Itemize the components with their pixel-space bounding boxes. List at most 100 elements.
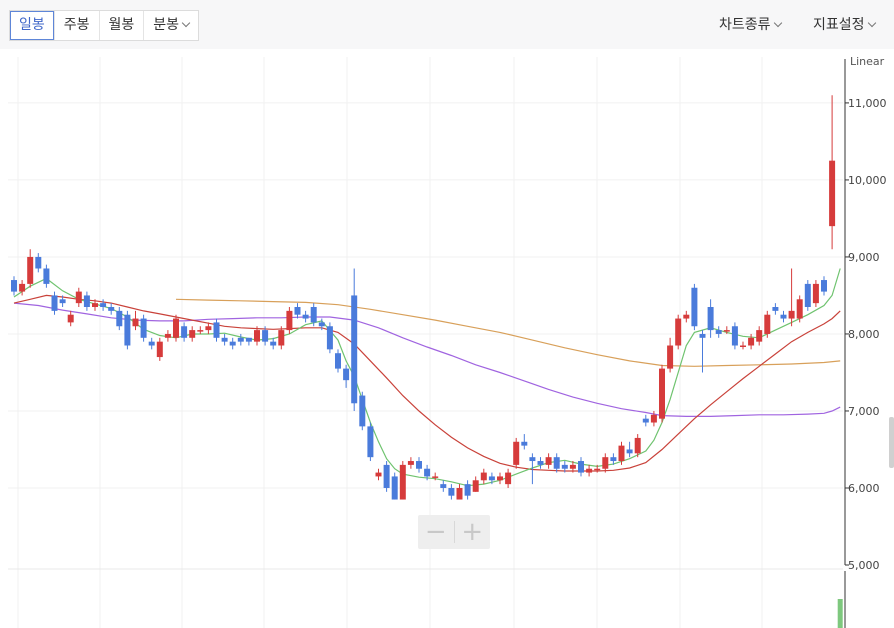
candle-body xyxy=(594,468,601,471)
candle xyxy=(302,310,309,323)
candlestick-series xyxy=(11,95,836,500)
candle xyxy=(213,318,220,342)
candle-body xyxy=(75,291,82,304)
chart-type-menu[interactable]: 차트종류 xyxy=(719,14,782,34)
chart-type-label: 차트종류 xyxy=(719,17,771,33)
candle xyxy=(480,468,487,485)
candle xyxy=(237,333,244,346)
candle-body xyxy=(788,310,795,319)
candle-body xyxy=(221,337,228,342)
tab-minute[interactable]: 분봉 xyxy=(143,11,198,40)
candle-body xyxy=(245,337,252,342)
candle-body xyxy=(173,318,179,338)
candle xyxy=(221,333,228,346)
tab-weekly[interactable]: 주봉 xyxy=(53,11,99,40)
chevron-down-icon xyxy=(181,18,191,28)
candle xyxy=(375,468,382,481)
candle xyxy=(116,307,123,331)
candle-body xyxy=(92,303,98,307)
candle-body xyxy=(116,310,123,327)
scrollbar-handle[interactable] xyxy=(889,417,894,468)
candle xyxy=(132,310,139,331)
candle-body xyxy=(472,480,479,492)
candle xyxy=(764,310,771,338)
candle xyxy=(626,441,633,458)
candle xyxy=(642,414,649,427)
candle-body xyxy=(205,326,212,331)
candle-body xyxy=(626,449,633,454)
candle-body xyxy=(318,322,325,327)
candle-body xyxy=(804,283,811,307)
candle xyxy=(691,283,698,331)
candle xyxy=(100,299,107,311)
tab-daily[interactable]: 일봉 xyxy=(10,11,54,40)
volume-panel xyxy=(837,599,843,628)
candle xyxy=(780,310,787,323)
candle-body xyxy=(43,268,50,284)
period-tabs: 일봉 주봉 월봉 분봉 xyxy=(9,10,200,41)
candle-body xyxy=(302,314,309,319)
candle-body xyxy=(829,160,836,227)
y-tick-label: 5,000 xyxy=(848,559,880,572)
candle-body xyxy=(181,326,188,338)
candle xyxy=(740,341,746,350)
y-tick-label: 6,000 xyxy=(848,482,880,495)
candle xyxy=(67,310,74,327)
candle xyxy=(731,322,738,350)
candle-body xyxy=(19,283,26,292)
candle-body xyxy=(521,441,528,446)
candle xyxy=(278,326,285,350)
candle-body xyxy=(310,307,317,323)
candle-body xyxy=(715,330,722,334)
candle-body xyxy=(545,457,552,465)
candle-body xyxy=(148,341,155,346)
candle-body xyxy=(189,330,196,338)
ma120-path xyxy=(175,298,841,367)
candle-body xyxy=(650,414,657,423)
candle xyxy=(505,468,512,488)
tab-monthly[interactable]: 월봉 xyxy=(98,11,144,40)
candle-body xyxy=(610,457,617,462)
candle xyxy=(448,484,455,500)
candle-body xyxy=(723,330,730,332)
candle-body xyxy=(513,441,520,465)
candle xyxy=(124,310,131,350)
candle-body xyxy=(67,314,74,323)
candle-body xyxy=(35,256,42,269)
zoom-in-button[interactable]: + xyxy=(455,515,491,549)
candle-body xyxy=(537,461,544,465)
y-tick-label: 11,000 xyxy=(848,97,887,110)
candle xyxy=(715,326,722,338)
candle-body xyxy=(642,418,649,423)
candle xyxy=(472,476,479,492)
indicator-settings-menu[interactable]: 지표설정 xyxy=(813,14,876,34)
candle-body xyxy=(764,314,771,334)
candle xyxy=(164,330,171,342)
candle-body xyxy=(254,330,260,342)
candle xyxy=(245,337,252,346)
y-tick-label: 8,000 xyxy=(848,328,880,341)
candle-body xyxy=(699,333,706,338)
scale-type-label[interactable]: Linear xyxy=(850,55,885,68)
candle-body xyxy=(11,280,17,292)
candle xyxy=(821,276,827,296)
candle-body xyxy=(748,337,755,346)
candle xyxy=(335,349,341,373)
candle-body xyxy=(399,464,406,500)
candle-body xyxy=(407,461,414,465)
candle-body xyxy=(59,299,66,304)
candle xyxy=(294,303,301,319)
candle xyxy=(359,391,366,431)
candle-body xyxy=(667,345,674,369)
candle xyxy=(553,453,560,473)
candle xyxy=(407,457,414,469)
candle xyxy=(578,457,584,477)
candle xyxy=(659,364,665,423)
ma5-line xyxy=(13,268,841,487)
candle-body xyxy=(796,299,803,319)
candle xyxy=(440,480,447,492)
candle xyxy=(513,437,520,469)
candle-body xyxy=(27,256,34,284)
candle-body xyxy=(740,345,746,348)
zoom-out-button[interactable]: − xyxy=(418,515,454,549)
